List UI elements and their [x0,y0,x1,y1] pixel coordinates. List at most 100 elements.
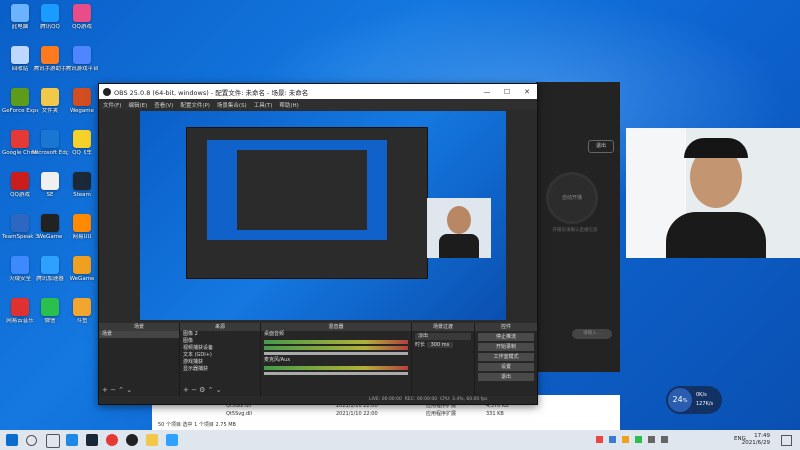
source-item[interactable]: 图像 [180,338,260,345]
tray-icon[interactable] [596,436,603,443]
desktop-icon[interactable]: WeGame [64,256,100,283]
desktop-icon-label: Steam [73,192,91,198]
app-icon [41,214,59,232]
notification-icon[interactable] [781,435,792,446]
clock-time: 17:49 [754,433,770,439]
control-button[interactable]: 退出 [478,373,534,381]
desktop-icon[interactable]: 网易UU [64,214,100,241]
controls-title: 控件 [475,323,537,331]
desktop-icon-label: 斗鱼 [76,318,88,324]
menu-item[interactable]: 工具(T) [254,101,273,109]
source-item[interactable]: 文本 (GDI+) [180,352,260,359]
app-icon [73,256,91,274]
obs-window[interactable]: OBS 25.0.8 (64-bit, windows) - 配置文件: 未命名… [98,83,538,405]
scenes-title: 场景 [99,323,179,331]
file-row[interactable]: Qt5Svg.dll 2021/1/10 22:00 应用程序扩展 331 KB [226,410,546,418]
source-item[interactable]: 视频捕获设备 [180,345,260,352]
desktop-icon-label: 网易UU [72,234,92,240]
desktop-icon[interactable]: 腾讯加速器 [32,256,68,283]
desktop-icon[interactable]: Microsoft Edge [32,130,68,157]
desktop-icon-label: 腾讯游戏平台 [65,66,99,72]
app-icon [41,172,59,190]
nested-obs-window [186,127,428,279]
source-item[interactable]: 游戏捕获 [180,359,260,366]
desktop-icon[interactable]: 斗鱼 [64,298,100,325]
tray-icon[interactable] [635,436,642,443]
mic-slider[interactable] [264,372,408,375]
transition-select[interactable]: 淡出 [415,333,471,340]
search-input[interactable]: 请输入... [572,329,612,339]
menu-item[interactable]: 查看(V) [154,101,173,109]
net-speed-widget[interactable]: 24% 0K/s 127K/s [666,386,722,414]
menu-item[interactable]: 配置文件(P) [180,101,210,109]
obs-statusbar: LIVE: 00:00:00 REC: 00:00:00 CPU: 3.4%, … [99,396,537,404]
desktop-icon[interactable]: QQ飞车 [64,130,100,157]
app-icon [11,88,29,106]
tray-icon[interactable] [622,436,629,443]
desktop-audio-slider[interactable] [264,352,408,355]
cpu-status: CPU: 3.4%, 60.00 fps [439,397,488,402]
rec-time: REC: 00:00:00 [404,397,438,402]
desktop-icon[interactable]: 腾讯手游助手 [32,46,68,73]
clock[interactable]: 17:49 2021/6/29 [742,433,770,447]
obs-titlebar[interactable]: OBS 25.0.8 (64-bit, windows) - 配置文件: 未命名… [99,84,537,99]
desktop-icon[interactable]: 腾讯游戏平台 [64,46,100,73]
obs-preview[interactable] [140,111,506,320]
desktop-icon[interactable]: Wegame [64,88,100,115]
app-icon [11,256,29,274]
start-icon[interactable] [6,434,18,446]
duration-input[interactable]: 300 ms [426,342,454,348]
maximize-icon[interactable]: ☐ [497,88,517,96]
desktop-icon[interactable]: Steam [64,172,100,199]
app-icon [11,298,29,316]
control-button[interactable]: 工作室模式 [478,353,534,361]
mixer-dock: 混音器 桌面音频 麦克风/Aux [261,323,412,404]
clock-date: 2021/6/29 [741,440,770,446]
source-item[interactable]: 图像 2 [180,331,260,338]
desktop-icon[interactable]: 腾讯QQ [32,4,68,31]
menu-item[interactable]: 文件(F) [103,101,121,109]
chrome-icon[interactable] [106,434,118,446]
mixer-mic: 麦克风/Aux [264,357,291,363]
desktop-icon[interactable]: QQ游戏 [64,4,100,31]
app-icon[interactable] [166,434,178,446]
desktop-icon[interactable]: 微信 [32,298,68,325]
desktop-icon[interactable]: WeGame [32,214,68,241]
obs-taskbar-icon[interactable] [126,434,138,446]
scene-item[interactable]: 场景 [99,331,179,338]
menu-item[interactable]: 编辑(E) [128,101,147,109]
close-icon[interactable]: ✕ [517,88,537,96]
source-item[interactable]: 显示器捕获 [180,366,260,373]
desktop-icon-label: Wegame [69,108,95,114]
search-icon[interactable] [26,435,37,446]
folder-icon[interactable] [146,434,158,446]
exit-button[interactable]: 退出 [588,140,614,153]
desktop-icon[interactable]: SE [32,172,68,199]
source-controls[interactable]: + − ⚙ ⌃ ⌄ [183,386,222,394]
tray-icon[interactable] [609,436,616,443]
minimize-icon[interactable]: — [477,88,497,96]
desktop-icon-label: 腾讯手游助手 [33,66,67,72]
volume-icon[interactable] [648,436,655,443]
app-icon [73,172,91,190]
desktop-icon-label: QQ游戏 [72,24,92,30]
hint-text: 开播前请确认直播信息 [552,228,598,233]
app-icon [73,130,91,148]
download-speed: 127K/s [696,401,714,407]
app-icon [11,172,29,190]
menu-item[interactable]: 场景集合(S) [217,101,247,109]
steam-icon[interactable] [86,434,98,446]
scene-controls[interactable]: + − ⌃ ⌄ [102,386,132,394]
auto-broadcast-button[interactable]: 自动开播 [546,172,598,224]
webcam-overlay [626,128,800,258]
desktop-icon[interactable]: 文件夹 [32,88,68,115]
task-view-icon[interactable] [46,434,60,448]
control-button[interactable]: 停止推流 [478,333,534,341]
control-button[interactable]: 开始录制 [478,343,534,351]
menu-item[interactable]: 帮助(H) [279,101,298,109]
control-button[interactable]: 设置 [478,363,534,371]
edge-icon[interactable] [66,434,78,446]
network-icon[interactable] [661,436,668,443]
app-icon [11,4,29,22]
tray-icons[interactable] [596,436,668,443]
